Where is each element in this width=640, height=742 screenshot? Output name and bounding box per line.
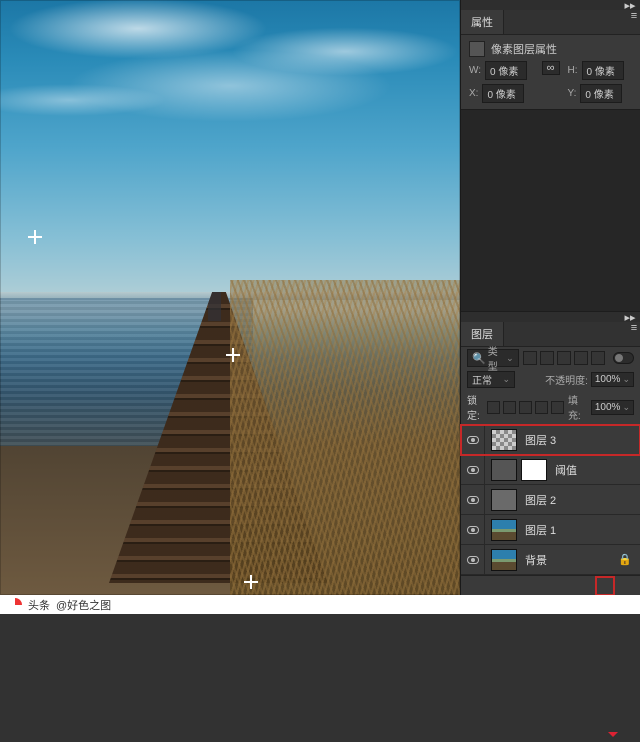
eye-icon — [467, 496, 479, 504]
layer-thumb — [491, 549, 517, 571]
lock-all-icon[interactable] — [535, 401, 548, 414]
lock-icon: 🔒 — [618, 553, 632, 566]
pixel-layer-glyph-icon — [469, 41, 485, 57]
layer-thumb — [491, 429, 517, 451]
visibility-toggle[interactable] — [461, 515, 485, 544]
lock-artboard-icon[interactable] — [519, 401, 532, 414]
mask-icon[interactable] — [532, 579, 546, 593]
layer-row[interactable]: 图层 3 — [461, 425, 640, 455]
panel-menu-icon[interactable]: ≡ — [628, 10, 640, 22]
new-layer-icon[interactable] — [598, 579, 612, 593]
layer-row[interactable]: 图层 1 — [461, 515, 640, 545]
text-filter-icon[interactable] — [557, 351, 571, 365]
opacity-input[interactable]: 100%⌄ — [591, 372, 634, 387]
layer-thumb — [491, 459, 517, 481]
layer-thumb — [491, 519, 517, 541]
smart-filter-icon[interactable] — [591, 351, 605, 365]
y-input[interactable]: 0 像素 — [580, 84, 622, 103]
properties-subtitle: 像素图层属性 — [491, 41, 557, 57]
lock-label: 锁定: — [467, 392, 483, 422]
toutiao-logo-icon — [8, 598, 22, 612]
adjustment-icon[interactable] — [554, 579, 568, 593]
x-input[interactable]: 0 像素 — [482, 84, 524, 103]
fill-input[interactable]: 100%⌄ — [591, 400, 634, 415]
link-layers-icon[interactable] — [488, 579, 502, 593]
shape-filter-icon[interactable] — [574, 351, 588, 365]
document-canvas[interactable] — [0, 0, 460, 595]
height-label: H: — [568, 65, 578, 76]
chevron-down-icon[interactable] — [551, 401, 564, 414]
layer-name[interactable]: 背景 — [525, 552, 547, 568]
eye-icon — [467, 556, 479, 564]
lock-position-icon[interactable] — [503, 401, 516, 414]
layers-panel: ▸▸ 图层 ≡ 🔍 类型 ⌄ 正常⌄ 不透明度: — [461, 312, 640, 595]
visibility-toggle[interactable] — [461, 485, 485, 514]
visibility-toggle[interactable] — [461, 425, 485, 454]
layer-row[interactable]: 阈值 — [461, 455, 640, 485]
crop-bounds[interactable] — [0, 0, 460, 595]
mask-thumb — [521, 459, 547, 481]
filter-toggle[interactable] — [613, 352, 634, 364]
layer-name[interactable]: 图层 2 — [525, 492, 556, 508]
adjustment-filter-icon[interactable] — [540, 351, 554, 365]
layer-list: 图层 3 阈值图层 2 图层 1 背景 🔒 — [461, 424, 640, 575]
eye-icon — [467, 436, 479, 444]
visibility-toggle[interactable] — [461, 455, 485, 484]
layer-name[interactable]: 图层 1 — [525, 522, 556, 538]
layer-row[interactable]: 背景 🔒 — [461, 545, 640, 575]
eye-icon — [467, 466, 479, 474]
tab-properties[interactable]: 属性 — [461, 10, 504, 34]
layer-name[interactable]: 图层 3 — [525, 432, 556, 448]
opacity-label: 不透明度: — [545, 372, 588, 387]
eye-icon — [467, 526, 479, 534]
lock-pixels-icon[interactable] — [487, 401, 500, 414]
properties-panel: ▸▸ 属性 ≡ 像素图层属性 W: 0 像素 ∞ H: — [461, 0, 640, 109]
chevron-down-icon: ⌄ — [506, 353, 514, 364]
fx-icon[interactable] — [510, 579, 524, 593]
layer-row[interactable]: 图层 2 — [461, 485, 640, 515]
layer-filter-kind[interactable]: 🔍 类型 ⌄ — [467, 349, 519, 367]
visibility-toggle[interactable] — [461, 545, 485, 574]
fill-label: 填充: — [568, 392, 584, 422]
layer-thumb — [491, 489, 517, 511]
group-icon[interactable] — [576, 579, 590, 593]
width-input[interactable]: 0 像素 — [485, 61, 527, 80]
layer-name[interactable]: 阈值 — [555, 462, 577, 478]
trash-icon[interactable] — [620, 579, 634, 593]
search-icon: 🔍 — [472, 352, 486, 365]
blend-mode-select[interactable]: 正常⌄ — [467, 371, 515, 388]
width-label: W: — [469, 65, 481, 76]
panel-menu-icon[interactable]: ≡ — [628, 322, 640, 334]
x-label: X: — [469, 88, 478, 99]
link-size-icon[interactable]: ∞ — [542, 61, 560, 75]
image-filter-icon[interactable] — [523, 351, 537, 365]
y-label: Y: — [568, 88, 577, 99]
watermark: 头条 @好色之图 — [0, 595, 640, 614]
height-input[interactable]: 0 像素 — [582, 61, 624, 80]
